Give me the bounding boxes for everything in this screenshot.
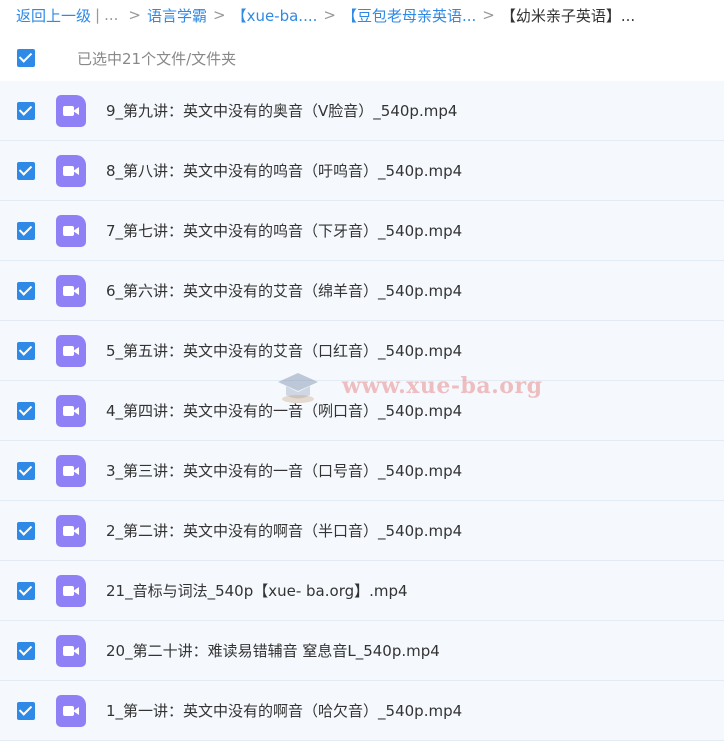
video-file-icon	[56, 575, 86, 607]
file-row[interactable]: 2_第二讲：英文中没有的啊音（半口音）_540p.mp4	[0, 501, 724, 561]
video-file-icon	[56, 635, 86, 667]
breadcrumb-item-doubao[interactable]: 【豆包老母亲英语...	[342, 5, 476, 26]
file-list: 9_第九讲：英文中没有的奥音（V脸音）_540p.mp4 8_第八讲：英文中没有…	[0, 81, 724, 741]
file-checkbox[interactable]	[17, 642, 35, 660]
file-checkbox[interactable]	[17, 282, 35, 300]
file-checkbox[interactable]	[17, 522, 35, 540]
breadcrumb-separator: >	[482, 6, 495, 24]
file-checkbox[interactable]	[17, 582, 35, 600]
video-file-icon	[56, 155, 86, 187]
file-name[interactable]: 8_第八讲：英文中没有的呜音（吁呜音）_540p.mp4	[106, 141, 462, 201]
file-checkbox[interactable]	[17, 342, 35, 360]
file-name[interactable]: 21_音标与词法_540p【xue- ba.org】.mp4	[106, 561, 408, 621]
file-row[interactable]: 6_第六讲：英文中没有的艾音（绵羊音）_540p.mp4	[0, 261, 724, 321]
file-name[interactable]: 3_第三讲：英文中没有的一音（口号音）_540p.mp4	[106, 441, 462, 501]
file-row[interactable]: 21_音标与词法_540p【xue- ba.org】.mp4	[0, 561, 724, 621]
file-checkbox[interactable]	[17, 222, 35, 240]
breadcrumb-separator: >	[212, 6, 226, 24]
file-name[interactable]: 20_第二十讲：难读易错辅音 窒息音L_540p.mp4	[106, 621, 440, 681]
breadcrumb-separator: >	[323, 6, 336, 24]
video-file-icon	[56, 95, 86, 127]
file-name[interactable]: 1_第一讲：英文中没有的啊音（哈欠音）_540p.mp4	[106, 681, 462, 741]
file-name[interactable]: 4_第四讲：英文中没有的一音（咧口音）_540p.mp4	[106, 381, 462, 441]
file-name[interactable]: 2_第二讲：英文中没有的啊音（半口音）_540p.mp4	[106, 501, 462, 561]
video-file-icon	[56, 695, 86, 727]
video-file-icon	[56, 335, 86, 367]
breadcrumb-ellipsis: ...	[104, 6, 119, 24]
file-row[interactable]: 7_第七讲：英文中没有的呜音（下牙音）_540p.mp4	[0, 201, 724, 261]
breadcrumb-item-xueba[interactable]: 【xue-ba....	[232, 5, 318, 26]
video-file-icon	[56, 215, 86, 247]
selection-status: 已选中21个文件/文件夹	[77, 49, 237, 68]
breadcrumb-separator: >	[128, 6, 141, 24]
breadcrumb-item-yuyanxueba[interactable]: 语言学霸	[147, 5, 207, 26]
video-file-icon	[56, 395, 86, 427]
file-checkbox[interactable]	[17, 102, 35, 120]
breadcrumb-current: 【幼米亲子英语】...	[500, 6, 636, 25]
file-row[interactable]: 3_第三讲：英文中没有的一音（口号音）_540p.mp4	[0, 441, 724, 501]
file-name[interactable]: 6_第六讲：英文中没有的艾音（绵羊音）_540p.mp4	[106, 261, 462, 321]
file-name[interactable]: 7_第七讲：英文中没有的呜音（下牙音）_540p.mp4	[106, 201, 462, 261]
file-row[interactable]: 5_第五讲：英文中没有的艾音（口红音）_540p.mp4	[0, 321, 724, 381]
select-all-checkbox[interactable]	[17, 49, 35, 67]
file-name[interactable]: 9_第九讲：英文中没有的奥音（V脸音）_540p.mp4	[106, 81, 457, 141]
file-row[interactable]: 8_第八讲：英文中没有的呜音（吁呜音）_540p.mp4	[0, 141, 724, 201]
file-row[interactable]: 4_第四讲：英文中没有的一音（咧口音）_540p.mp4	[0, 381, 724, 441]
breadcrumb-divider: |	[95, 6, 101, 24]
file-checkbox[interactable]	[17, 462, 35, 480]
file-checkbox[interactable]	[17, 402, 35, 420]
selection-bar: 已选中21个文件/文件夹	[0, 36, 724, 80]
file-row[interactable]: 9_第九讲：英文中没有的奥音（V脸音）_540p.mp4	[0, 81, 724, 141]
breadcrumb: 返回上一级 | ... > 语言学霸 > 【xue-ba.... > 【豆包老母…	[0, 0, 724, 30]
video-file-icon	[56, 455, 86, 487]
video-file-icon	[56, 515, 86, 547]
back-link[interactable]: 返回上一级	[16, 5, 91, 26]
file-checkbox[interactable]	[17, 162, 35, 180]
video-file-icon	[56, 275, 86, 307]
file-row[interactable]: 20_第二十讲：难读易错辅音 窒息音L_540p.mp4	[0, 621, 724, 681]
file-row[interactable]: 1_第一讲：英文中没有的啊音（哈欠音）_540p.mp4	[0, 681, 724, 741]
file-checkbox[interactable]	[17, 702, 35, 720]
file-name[interactable]: 5_第五讲：英文中没有的艾音（口红音）_540p.mp4	[106, 321, 462, 381]
